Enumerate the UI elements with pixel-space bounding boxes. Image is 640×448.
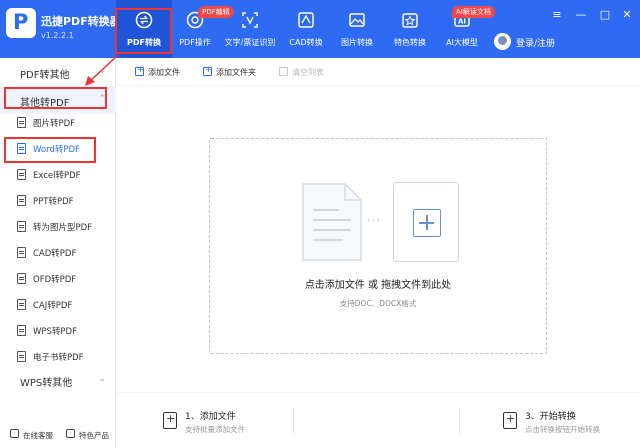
maximize-icon[interactable]: □ (598, 8, 612, 21)
nav-label: AI大模型 (446, 38, 478, 47)
sidebar-item-label: CAJ转PDF (33, 301, 73, 311)
toolbar: 添加文件 添加文件夹 清空列表 (117, 58, 640, 86)
dropzone-hint: 点击添加文件 或 拖拽文件到此处 (304, 280, 452, 291)
ai-badge: AI解读文档 (452, 6, 495, 18)
word-file-icon (17, 143, 26, 154)
sidebar-item-word-to-pdf[interactable]: Word转PDF (0, 136, 116, 162)
ebook-file-icon (17, 351, 26, 362)
document-icon (302, 183, 362, 261)
sidebar-item-ppt-to-pdf[interactable]: PPT转PDF (0, 188, 116, 214)
convert-icon (135, 11, 153, 29)
title-bar: P 迅捷PDF转换器 v1.2.2.1 PDF转换 PDF操作 PDF编辑 文字… (0, 0, 640, 58)
sidebar-item-cad-to-pdf[interactable]: CAD转PDF (0, 240, 116, 266)
step-divider (459, 408, 460, 434)
sidebar-item-label: Excel转PDF (33, 171, 81, 181)
cad-icon (298, 12, 314, 28)
nav-pdf-convert[interactable]: PDF转换 (116, 0, 172, 58)
wps-file-icon (17, 325, 26, 336)
sidebar-footer: 在线客服 特色产品 (0, 422, 116, 448)
excel-file-icon (17, 169, 26, 180)
sidebar-group-label: WPS转其他 (20, 378, 73, 389)
folder-icon (203, 65, 212, 76)
login-label: 登录/注册 (516, 39, 556, 49)
image-pdf-icon (17, 221, 26, 232)
step-title: 3、开始转换 (525, 412, 576, 422)
app-title: 迅捷PDF转换器 (41, 15, 121, 28)
file-icon (17, 117, 26, 128)
nav-label: 特色转换 (394, 38, 426, 47)
step-title: 1、添加文件 (185, 412, 236, 422)
clear-list-label: 清空列表 (292, 68, 324, 77)
avatar (494, 33, 511, 50)
supported-formats: 支持DOC、DOCX格式 (339, 299, 417, 308)
app-version: v1.2.2.1 (41, 31, 74, 40)
arrow-right-icon: ››› (367, 216, 381, 226)
sidebar-item-label: PPT转PDF (33, 197, 74, 207)
file-dropzone[interactable]: ››› 点击添加文件 或 拖拽文件到此处 支持DOC、DOCX格式 (209, 138, 547, 354)
service-icon (10, 429, 19, 438)
sidebar-group-label: 其他转PDF (20, 98, 70, 109)
chevron-down-icon: ⌄ (98, 374, 106, 384)
sidebar-item-label: 转为图片型PDF (33, 223, 93, 233)
products-icon (66, 429, 75, 438)
sidebar-item-label: Word转PDF (33, 145, 80, 155)
start-convert-step-icon (503, 412, 517, 429)
caj-file-icon (17, 299, 26, 310)
sidebar-item-excel-to-pdf[interactable]: Excel转PDF (0, 162, 116, 188)
trash-icon (279, 67, 288, 76)
add-file-icon (135, 65, 144, 76)
sidebar-item-caj-to-pdf[interactable]: CAJ转PDF (0, 292, 116, 318)
svg-text:AI: AI (458, 18, 466, 26)
sidebar-item-label: OFD转PDF (33, 275, 77, 285)
step-divider (293, 408, 294, 434)
cad-file-icon (17, 247, 26, 258)
nav-label: PDF操作 (179, 38, 211, 47)
nav-label: 图片转换 (341, 38, 373, 47)
step-subtitle: 支持批量添加文件 (185, 425, 245, 434)
sidebar-item-image-to-pdf[interactable]: 图片转PDF (0, 110, 116, 136)
special-icon (402, 13, 418, 28)
sidebar-item-label: 图片转PDF (33, 119, 76, 129)
ofd-file-icon (17, 273, 26, 284)
chevron-up-icon: ⌃ (98, 94, 106, 104)
minimize-icon[interactable]: — (574, 8, 588, 21)
nav-special[interactable]: 特色转换 (389, 0, 431, 58)
ppt-file-icon (17, 195, 26, 206)
sidebar-group-label: PDF转其他 (20, 70, 70, 81)
special-products-link[interactable]: 特色产品 (79, 430, 109, 441)
sidebar-item-wps-to-pdf[interactable]: WPS转PDF (0, 318, 116, 344)
close-icon[interactable]: ✕ (620, 8, 634, 21)
sidebar-item-label: 电子书转PDF (33, 353, 84, 363)
nav-cad[interactable]: CAD转换 (285, 0, 327, 58)
logo-letter: P (13, 10, 29, 34)
sidebar-item-label: CAD转PDF (33, 249, 77, 259)
image-icon (349, 13, 365, 27)
nav-label: CAD转换 (289, 38, 323, 47)
ocr-icon (242, 12, 258, 28)
add-file-area[interactable] (393, 182, 459, 262)
add-file-button[interactable]: 添加文件 (135, 65, 180, 78)
clear-list-button[interactable]: 清空列表 (279, 67, 324, 78)
add-folder-button[interactable]: 添加文件夹 (203, 65, 256, 78)
add-file-label: 添加文件 (148, 68, 180, 77)
online-service-link[interactable]: 在线客服 (23, 430, 53, 441)
nav-ocr[interactable]: 文字/票证识别 (222, 0, 278, 58)
sidebar-item-label: WPS转PDF (33, 327, 77, 337)
add-folder-label: 添加文件夹 (216, 68, 256, 77)
menu-icon[interactable]: ≡ (550, 8, 564, 21)
sidebar-item-ofd-to-pdf[interactable]: OFD转PDF (0, 266, 116, 292)
plus-icon (413, 209, 441, 237)
sidebar-item-to-image-pdf[interactable]: 转为图片型PDF (0, 214, 116, 240)
nav-image[interactable]: 图片转换 (336, 0, 378, 58)
sidebar: PDF转其他 ⌄ 其他转PDF ⌃ 图片转PDF Word转PDF Excel转… (0, 58, 116, 448)
nav-label: PDF转换 (127, 38, 161, 47)
add-file-step-icon (163, 412, 177, 429)
step-subtitle: 点击转换按钮开始转换 (525, 425, 600, 434)
login-button[interactable]: 登录/注册 (494, 33, 574, 50)
sidebar-group-wps-to-other[interactable]: WPS转其他 ⌄ (0, 366, 116, 394)
app-logo: P (6, 8, 36, 38)
nav-label: 文字/票证识别 (224, 38, 276, 47)
steps-bar: 1、添加文件 支持批量添加文件 3、开始转换 点击转换按钮开始转换 (117, 392, 640, 448)
